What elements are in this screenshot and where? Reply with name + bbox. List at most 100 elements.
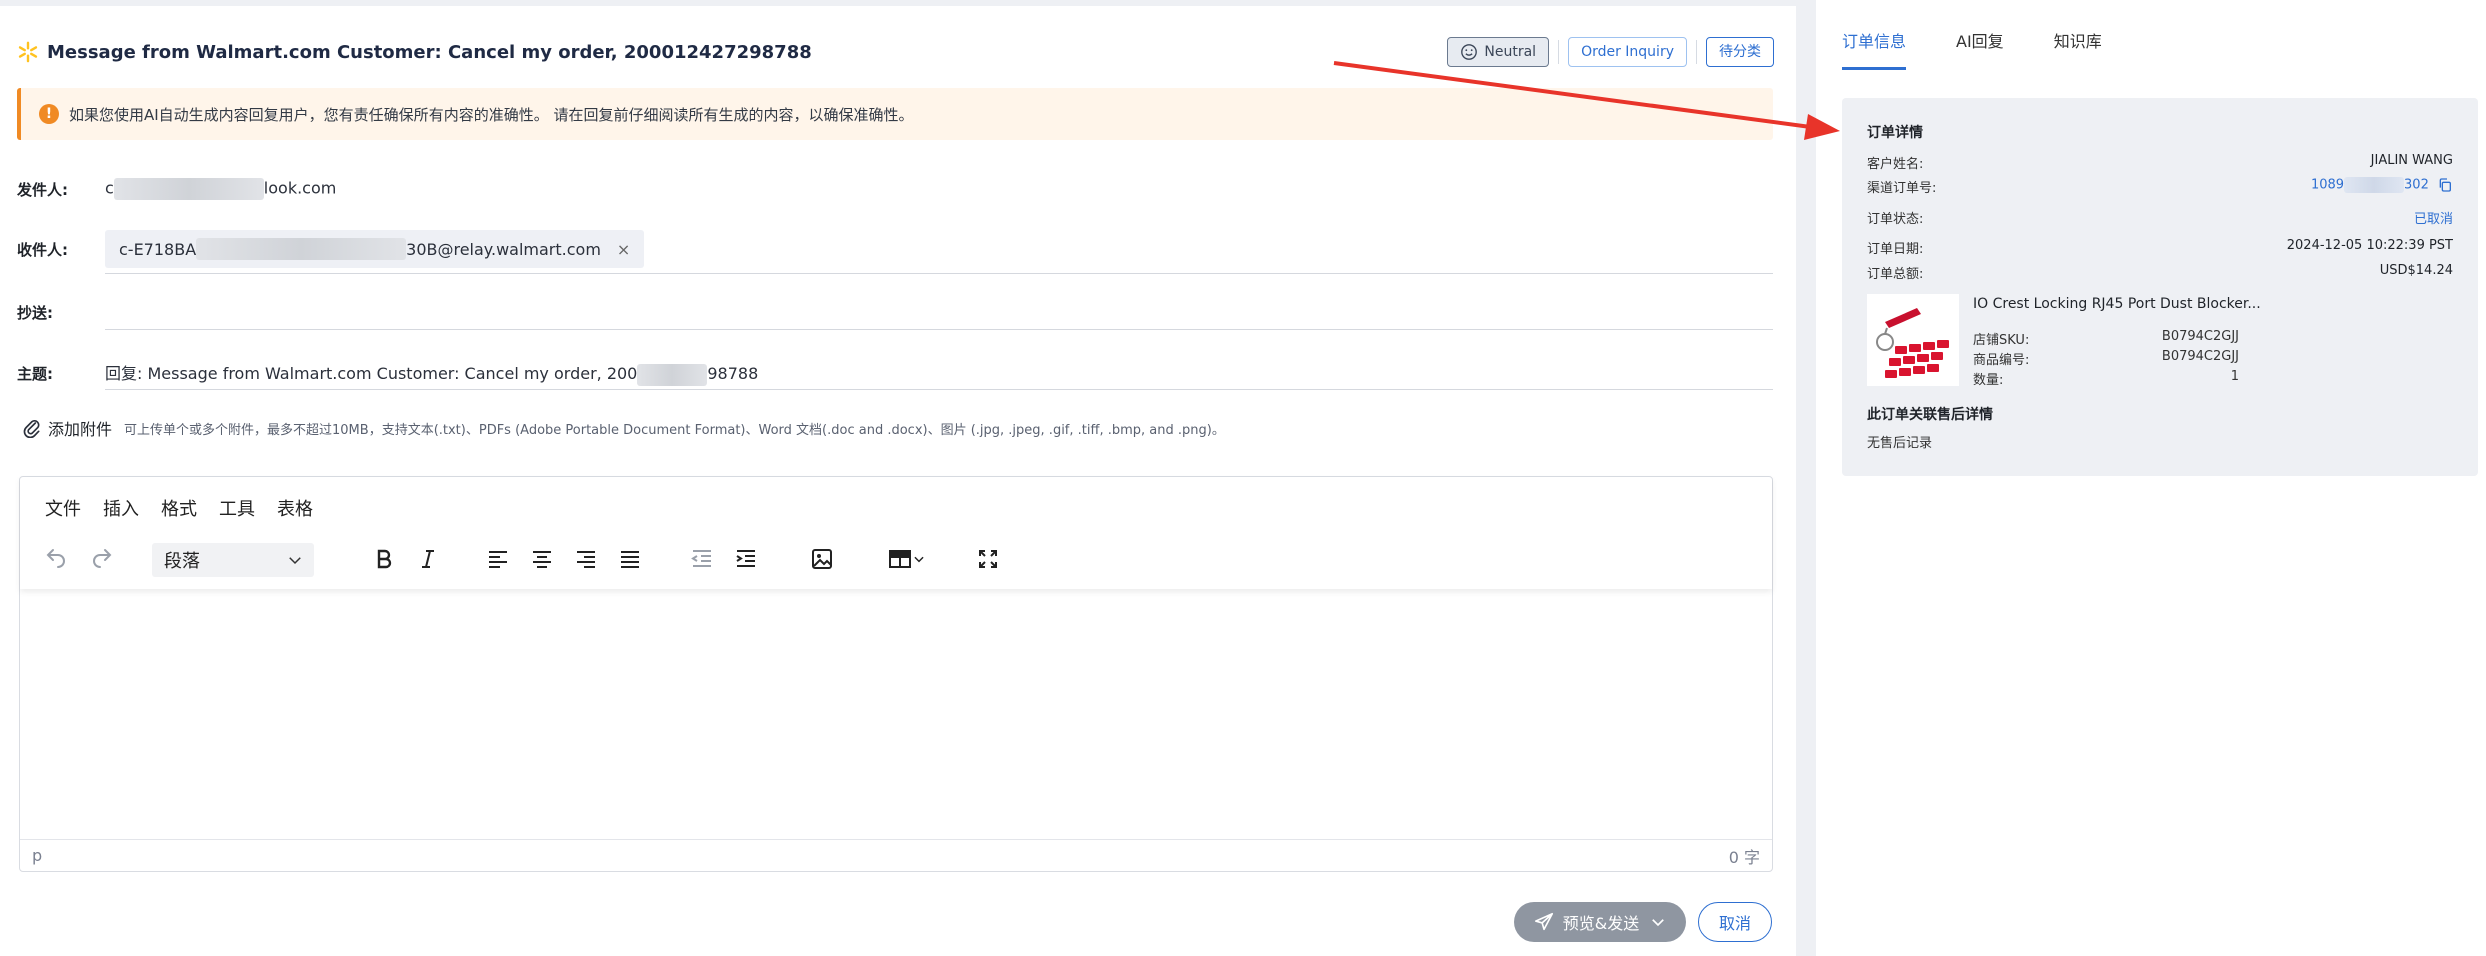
- from-row: 发件人: c look.com: [17, 172, 1773, 206]
- customer-label: 客户姓名:: [1867, 157, 1924, 172]
- tab-order-info[interactable]: 订单信息: [1842, 28, 1907, 70]
- cc-label: 抄送:: [17, 303, 53, 322]
- block-format-select[interactable]: 段落: [152, 543, 314, 577]
- bold-icon: [377, 549, 392, 569]
- product-image-icon: [1867, 294, 1959, 386]
- compose-panel: Message from Walmart.com Customer: Cance…: [0, 6, 1796, 956]
- qty-value: 1: [2230, 369, 2239, 384]
- add-attachment-button[interactable]: 添加附件: [48, 416, 112, 440]
- cancel-button[interactable]: 取消: [1698, 902, 1772, 942]
- redacted-block: [2344, 177, 2405, 193]
- to-suffix: 30B@relay.walmart.com: [406, 239, 601, 259]
- bold-button[interactable]: [368, 543, 400, 575]
- order-status-row: 订单状态: 已取消: [1867, 208, 2453, 227]
- status-label: 订单状态:: [1867, 212, 1924, 227]
- sentiment-tag[interactable]: Neutral: [1447, 37, 1550, 67]
- item-label: 商品编号:: [1973, 353, 2030, 368]
- rich-text-editor: 文件 插入 格式 工具 表格 段落 p 0 字: [19, 476, 1773, 872]
- item-value: B0794C2GJJ: [2161, 349, 2239, 364]
- total-label: 订单总额:: [1867, 267, 1924, 282]
- channel-label: 渠道订单号:: [1867, 181, 1937, 196]
- word-count: 0 字: [1728, 847, 1760, 867]
- table-icon: [889, 550, 911, 568]
- chevron-down-icon: [914, 556, 924, 563]
- align-right-button[interactable]: [570, 543, 602, 575]
- justify-icon: [621, 551, 639, 568]
- channel-prefix: 1089: [2310, 177, 2345, 193]
- insert-table-button[interactable]: [882, 543, 932, 575]
- item-number-row: 商品编号: B0794C2GJJ: [1973, 349, 2239, 368]
- classify-tag[interactable]: 待分类: [1706, 37, 1774, 67]
- insert-image-button[interactable]: [806, 543, 838, 575]
- menu-format[interactable]: 格式: [161, 495, 197, 521]
- sidebar-tabs: 订单信息 AI回复 知识库: [1842, 28, 2152, 70]
- align-left-button[interactable]: [482, 543, 514, 575]
- order-details-card: 订单详情 客户姓名: JIALIN WANG 渠道订单号: 1089 302 订单…: [1842, 98, 2478, 476]
- remove-recipient-icon[interactable]: ×: [617, 240, 630, 259]
- align-right-icon: [577, 551, 595, 568]
- fullscreen-icon: [979, 550, 997, 568]
- redo-button[interactable]: [86, 543, 118, 575]
- tag-group: Neutral Order Inquiry 待分类: [1447, 37, 1774, 67]
- element-path[interactable]: p: [32, 846, 42, 865]
- customer-name-row: 客户姓名: JIALIN WANG: [1867, 153, 2453, 172]
- after-sales-text: 无售后记录: [1867, 436, 1933, 451]
- channel-order-link[interactable]: 1089 302: [2311, 177, 2453, 196]
- to-row: 收件人: c-E718BA 30B@relay.walmart.com ×: [17, 228, 1773, 270]
- subject-input[interactable]: 回复: Message from Walmart.com Customer: C…: [105, 360, 758, 386]
- cc-input[interactable]: [105, 297, 1773, 327]
- fullscreen-button[interactable]: [972, 543, 1004, 575]
- menu-table[interactable]: 表格: [277, 495, 313, 521]
- sku-row: 店铺SKU: B0794C2GJJ: [1973, 329, 2239, 348]
- chevron-down-icon: [1652, 919, 1665, 927]
- image-icon: [812, 549, 832, 569]
- qty-label: 数量:: [1973, 373, 2004, 388]
- indent-icon: [736, 550, 755, 567]
- product-thumbnail[interactable]: [1867, 294, 1959, 386]
- attachment-hint: 可上传单个或多个附件，最多不超过10MB，支持文本(.txt)、PDFs (Ad…: [124, 422, 1225, 438]
- smile-icon: [1461, 44, 1478, 60]
- undo-button[interactable]: [40, 543, 72, 575]
- copy-icon[interactable]: [2437, 177, 2453, 193]
- sku-label: 店铺SKU:: [1973, 333, 2030, 348]
- recipient-chip: c-E718BA 30B@relay.walmart.com ×: [105, 230, 645, 268]
- from-prefix: c: [105, 178, 114, 198]
- align-center-button[interactable]: [526, 543, 558, 575]
- outdent-icon: [691, 550, 711, 567]
- format-toolbar: 段落: [20, 537, 1772, 579]
- align-left-icon: [489, 551, 507, 568]
- redo-icon: [93, 549, 112, 568]
- subject-row: 主题: 回复: Message from Walmart.com Custome…: [17, 356, 1773, 390]
- from-value: c look.com: [105, 178, 336, 200]
- redacted-block: [113, 178, 264, 200]
- editor-content-area[interactable]: [20, 589, 1772, 839]
- tab-ai-reply[interactable]: AI回复: [1956, 28, 2004, 70]
- redacted-block: [637, 363, 708, 386]
- ai-warning-banner: ! 如果您使用AI自动生成内容回复用户，您有责任确保所有内容的准确性。 请在回复…: [17, 88, 1773, 140]
- tab-knowledge-base[interactable]: 知识库: [2054, 28, 2102, 70]
- order-date-row: 订单日期: 2024-12-05 10:22:39 PST: [1867, 238, 2453, 257]
- customer-value: JIALIN WANG: [2370, 153, 2453, 168]
- preview-send-button[interactable]: 预览&发送: [1514, 902, 1686, 942]
- indent-button[interactable]: [730, 543, 762, 575]
- paperclip-icon[interactable]: [22, 418, 42, 438]
- from-suffix: look.com: [263, 178, 337, 198]
- date-value: 2024-12-05 10:22:39 PST: [2286, 238, 2453, 253]
- menu-tools[interactable]: 工具: [219, 495, 255, 521]
- divider: [105, 329, 1773, 330]
- warning-text: 如果您使用AI自动生成内容回复用户，您有责任确保所有内容的准确性。 请在回复前仔…: [69, 105, 914, 124]
- category-tag[interactable]: Order Inquiry: [1568, 37, 1687, 67]
- cc-row: 抄送:: [17, 294, 1773, 330]
- quantity-row: 数量: 1: [1973, 369, 2239, 388]
- divider: [105, 389, 1773, 390]
- editor-statusbar: p 0 字: [20, 839, 1772, 871]
- menu-file[interactable]: 文件: [45, 495, 81, 521]
- undo-icon: [46, 549, 65, 568]
- block-format-value: 段落: [164, 551, 200, 572]
- italic-button[interactable]: [412, 543, 444, 575]
- menu-insert[interactable]: 插入: [103, 495, 139, 521]
- product-name[interactable]: IO Crest Locking RJ45 Port Dust Blocker.…: [1973, 296, 2261, 312]
- justify-button[interactable]: [614, 543, 646, 575]
- outdent-button[interactable]: [686, 543, 718, 575]
- sentiment-tag-label: Neutral: [1484, 44, 1537, 60]
